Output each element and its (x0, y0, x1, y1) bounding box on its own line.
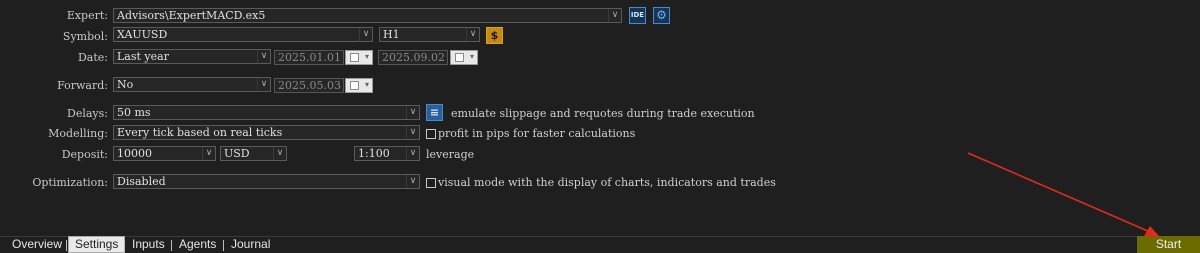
tab-overview[interactable]: Overview (6, 237, 68, 253)
modelling-row: Modelling: Every tick based on real tick… (0, 124, 1200, 142)
ide-button[interactable]: IDE (629, 7, 646, 24)
gear-icon[interactable]: ⚙ (653, 7, 670, 24)
chevron-down-icon (359, 28, 372, 41)
optimization-label: Optimization: (32, 176, 108, 189)
expert-label: Expert: (66, 9, 108, 22)
forward-date-value: 2025.05.03 (278, 79, 341, 92)
start-button[interactable]: Start (1137, 236, 1200, 253)
expert-select[interactable]: Advisors\ExpertMACD.ex5 (113, 8, 622, 23)
chevron-down-icon (257, 78, 270, 91)
symbol-label: Symbol: (62, 30, 108, 43)
modelling-value: Every tick based on real ticks (117, 126, 283, 139)
forward-row: Forward: No 2025.05.03 ▾ (0, 76, 1200, 94)
chevron-down-icon (406, 175, 419, 188)
modelling-select[interactable]: Every tick based on real ticks (113, 125, 420, 140)
chevron-down-icon (466, 28, 479, 41)
calendar-icon[interactable]: ▾ (345, 50, 373, 65)
tab-divider (223, 240, 224, 251)
chevron-down-icon (608, 9, 621, 22)
tab-settings[interactable]: Settings (68, 236, 126, 253)
chevron-down-icon (406, 106, 419, 119)
tab-agents[interactable]: Agents (173, 237, 222, 253)
chevron-down-icon (202, 147, 215, 160)
leverage-label: leverage (426, 148, 475, 161)
optimization-select[interactable]: Disabled (113, 174, 420, 189)
deposit-value: 10000 (117, 147, 152, 160)
timeframe-select[interactable]: H1 (379, 27, 480, 42)
chevron-down-icon (257, 50, 270, 63)
modelling-label: Modelling: (48, 127, 108, 140)
tab-divider (171, 240, 172, 251)
deposit-row: Deposit: 10000 USD 1:100 leverage (0, 145, 1200, 163)
chevron-down-icon (406, 147, 419, 160)
symbol-row: Symbol: XAUUSD H1 $ (0, 26, 1200, 44)
delays-label: Delays: (67, 107, 108, 120)
currency-select[interactable]: USD (220, 146, 287, 161)
delays-value: 50 ms (117, 106, 151, 119)
deposit-label: Deposit: (61, 148, 108, 161)
sliders-icon[interactable]: ≡ (426, 104, 443, 121)
date-from-value: 2025.01.01 (278, 51, 341, 64)
modelling-note: profit in pips for faster calculations (438, 127, 636, 140)
calendar-icon[interactable]: ▾ (450, 50, 478, 65)
optimization-note: visual mode with the display of charts, … (438, 176, 776, 189)
date-to-value: 2025.09.02 (382, 51, 445, 64)
visual-mode-checkbox[interactable] (426, 178, 436, 188)
forward-value: No (117, 78, 134, 91)
forward-select[interactable]: No (113, 77, 271, 92)
date-period-value: Last year (117, 50, 169, 63)
date-from-input[interactable]: 2025.01.01 (274, 50, 344, 65)
expert-row: Expert: Advisors\ExpertMACD.ex5 IDE ⚙ (0, 7, 1200, 25)
leverage-value: 1:100 (358, 147, 390, 160)
tab-divider (124, 240, 125, 251)
timeframe-value: H1 (383, 28, 400, 41)
currency-value: USD (224, 147, 250, 160)
delays-select[interactable]: 50 ms (113, 105, 420, 120)
deposit-input[interactable]: 10000 (113, 146, 216, 161)
date-row: Date: Last year 2025.01.01 ▾ 2025.09.02 … (0, 48, 1200, 66)
ide-label: IDE (630, 11, 645, 19)
date-period-select[interactable]: Last year (113, 49, 271, 64)
symbol-select[interactable]: XAUUSD (113, 27, 373, 42)
tab-divider (66, 240, 67, 251)
forward-date-input[interactable]: 2025.05.03 (274, 78, 344, 93)
symbol-value: XAUUSD (117, 28, 168, 41)
leverage-select[interactable]: 1:100 (354, 146, 420, 161)
forward-label: Forward: (57, 79, 108, 92)
delays-note: emulate slippage and requotes during tra… (451, 107, 755, 120)
dollar-icon[interactable]: $ (486, 27, 503, 44)
bottom-tab-bar: Overview Settings Inputs Agents Journal (0, 236, 1200, 253)
expert-value: Advisors\ExpertMACD.ex5 (117, 9, 266, 22)
date-to-input[interactable]: 2025.09.02 (378, 50, 448, 65)
delays-row: Delays: 50 ms ≡ emulate slippage and req… (0, 104, 1200, 122)
settings-panel: Expert: Advisors\ExpertMACD.ex5 IDE ⚙ Sy… (0, 0, 1200, 236)
chevron-down-icon (406, 126, 419, 139)
profit-in-pips-checkbox[interactable] (426, 129, 436, 139)
optimization-row: Optimization: Disabled visual mode with … (0, 173, 1200, 191)
date-label: Date: (77, 51, 108, 64)
tab-inputs[interactable]: Inputs (126, 237, 171, 253)
optimization-value: Disabled (117, 175, 166, 188)
tab-journal[interactable]: Journal (225, 237, 276, 253)
chevron-down-icon (273, 147, 286, 160)
calendar-icon[interactable]: ▾ (345, 78, 373, 93)
